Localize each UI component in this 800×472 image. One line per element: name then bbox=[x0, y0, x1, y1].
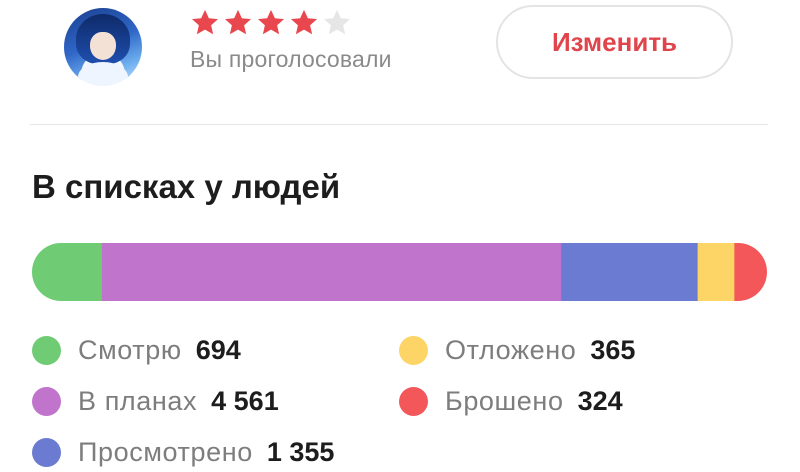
change-rating-button[interactable]: Изменить bbox=[496, 5, 733, 79]
legend-dot-completed bbox=[32, 437, 61, 467]
legend-item-dropped[interactable]: Брошено 324 bbox=[399, 384, 623, 418]
legend-count: 365 bbox=[590, 334, 636, 365]
bar-segment-watching bbox=[32, 243, 103, 301]
avatar-face bbox=[90, 32, 116, 60]
distribution-bar-chart bbox=[32, 243, 767, 301]
legend-label: В планах bbox=[78, 385, 198, 416]
legend-dot-planned bbox=[32, 386, 61, 416]
star-filled-icon[interactable] bbox=[223, 8, 253, 38]
legend-dot-on-hold bbox=[399, 335, 428, 365]
vote-status-label: Вы проголосовали bbox=[190, 46, 392, 72]
section-divider bbox=[30, 124, 768, 125]
legend-dot-watching bbox=[32, 335, 61, 365]
legend-label: Отложено bbox=[445, 334, 577, 365]
bar-segment-on-hold bbox=[697, 243, 735, 301]
anime-stats-panel: Вы проголосовали Изменить В списках у лю… bbox=[0, 0, 800, 472]
legend-count: 1 355 bbox=[266, 436, 335, 467]
bar-segment-dropped bbox=[734, 243, 767, 301]
legend-dot-dropped bbox=[399, 386, 428, 416]
star-filled-icon[interactable] bbox=[190, 8, 220, 38]
legend-label: Смотрю bbox=[78, 334, 182, 365]
legend-label: Брошено bbox=[445, 385, 564, 416]
bar-segment-planned bbox=[101, 243, 562, 301]
lists-section-title: В списках у людей bbox=[32, 168, 341, 205]
user-rating-stars[interactable] bbox=[190, 8, 352, 38]
legend-item-completed[interactable]: Просмотрено 1 355 bbox=[32, 435, 334, 469]
legend-count: 324 bbox=[577, 385, 623, 416]
bar-segment-completed bbox=[561, 243, 699, 301]
legend-item-planned[interactable]: В планах 4 561 bbox=[32, 384, 279, 418]
star-empty-icon[interactable] bbox=[322, 8, 352, 38]
lists-distribution-bar bbox=[32, 243, 767, 301]
avatar-collar bbox=[78, 62, 128, 86]
legend-count: 694 bbox=[195, 334, 241, 365]
legend-item-on-hold[interactable]: Отложено 365 bbox=[399, 333, 635, 367]
star-filled-icon[interactable] bbox=[256, 8, 286, 38]
legend-item-watching[interactable]: Смотрю 694 bbox=[32, 333, 241, 367]
user-avatar bbox=[64, 8, 142, 86]
legend-count: 4 561 bbox=[211, 385, 279, 416]
legend-label: Просмотрено bbox=[78, 436, 253, 467]
star-filled-icon[interactable] bbox=[289, 8, 319, 38]
